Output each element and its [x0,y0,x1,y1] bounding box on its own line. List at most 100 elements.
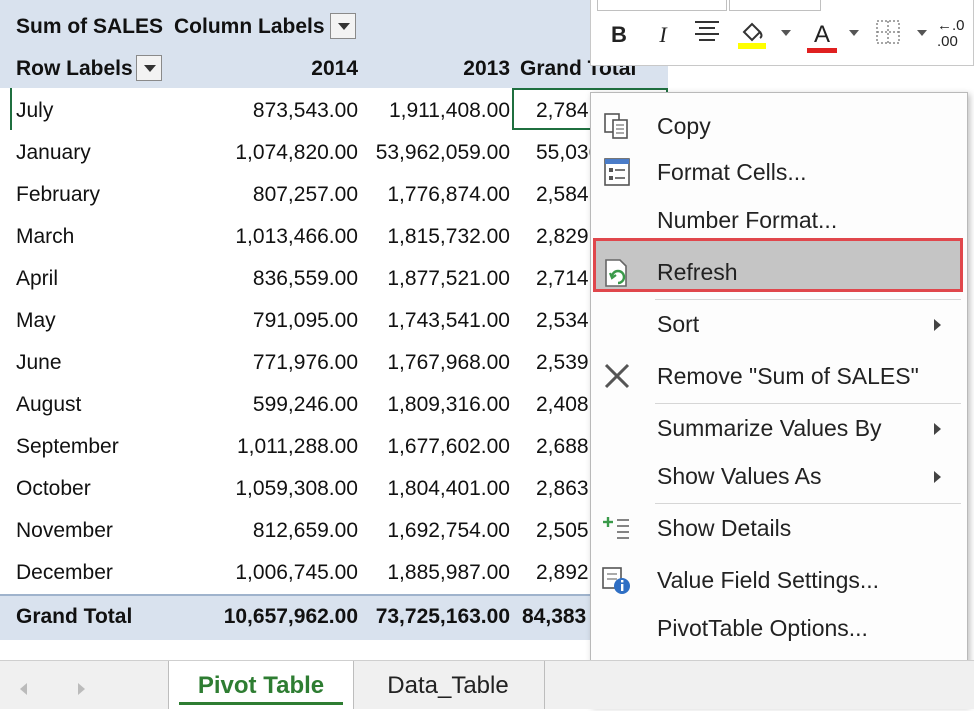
copy-icon [601,112,633,140]
menu-item-show-details[interactable]: Show Details [591,505,967,551]
menu-item-label: Show Values As [657,463,822,489]
menu-item-sort[interactable]: Sort [591,301,967,347]
grand-total-total[interactable]: 84,383 [522,596,586,638]
menu-item-number-format[interactable]: Number Format... [591,197,967,243]
cell-2013[interactable]: 1,776,874.00 [360,174,510,216]
menu-separator [655,299,961,300]
row-labels-filter-button[interactable] [136,55,162,81]
cell-grand-total[interactable]: 2,505 [536,510,589,552]
row-label[interactable]: August [16,384,81,426]
menu-item-label: Summarize Values By [657,415,882,441]
bold-button[interactable]: B [605,18,633,52]
cell-2014[interactable]: 1,059,308.00 [200,468,358,510]
row-label[interactable]: July [16,90,53,132]
row-label[interactable]: February [16,174,100,216]
italic-button[interactable]: I [649,18,677,52]
row-label[interactable]: November [16,510,113,552]
cell-2014[interactable]: 791,095.00 [200,300,358,342]
cell-grand-total[interactable]: 2,534 [536,300,589,342]
column-labels-header[interactable]: Column Labels [174,6,325,48]
fill-color-icon[interactable] [735,18,769,52]
cell-2013[interactable]: 1,885,987.00 [360,552,510,594]
cell-2014[interactable]: 812,659.00 [200,510,358,552]
tab-pivot-table[interactable]: Pivot Table [168,661,354,709]
row-select-edge [10,88,12,130]
scroll-tabs-left-icon[interactable] [20,683,27,695]
row-label[interactable]: October [16,468,91,510]
cell-2013[interactable]: 1,692,754.00 [360,510,510,552]
font-size-box[interactable] [729,0,821,11]
column-header-2014[interactable]: 2014 [220,48,358,90]
menu-item-label: Sort [657,311,700,337]
remove-x-icon [601,362,633,390]
cell-2014[interactable]: 1,013,466.00 [200,216,358,258]
tab-data-table[interactable]: Data_Table [352,661,545,709]
menu-item-label: Remove "Sum of SALES" [657,363,919,389]
menu-item-format-cells[interactable]: Format Cells... [591,149,967,195]
grand-total-2013[interactable]: 73,725,163.00 [360,596,510,638]
cell-2014[interactable]: 836,559.00 [200,258,358,300]
column-header-2013[interactable]: 2013 [370,48,510,90]
cell-2014[interactable]: 1,006,745.00 [200,552,358,594]
context-menu: Copy Format Cells... Number Format... Refre… [590,92,968,706]
font-color-dropdown-icon[interactable] [849,30,859,36]
row-label[interactable]: April [16,258,58,300]
row-label[interactable]: January [16,132,91,174]
cell-grand-total[interactable]: 2,863 [536,468,589,510]
cell-2014[interactable]: 873,543.00 [200,90,358,132]
row-labels-header[interactable]: Row Labels [16,48,133,90]
decrease-decimal-button[interactable]: ←.0 .00 [937,18,971,52]
cell-2014[interactable]: 1,074,820.00 [200,132,358,174]
active-tab-underline [179,702,343,705]
menu-item-copy[interactable]: Copy [591,103,967,149]
cell-2014[interactable]: 599,246.00 [200,384,358,426]
cell-2013[interactable]: 1,743,541.00 [360,300,510,342]
cell-grand-total[interactable]: 2,539 [536,342,589,384]
cell-grand-total[interactable]: 2,714 [536,258,589,300]
menu-item-summarize-values-by[interactable]: Summarize Values By [591,405,967,451]
row-label[interactable]: September [16,426,119,468]
fill-color-dropdown-icon[interactable] [781,30,791,36]
cell-2013[interactable]: 1,815,732.00 [360,216,510,258]
column-labels-filter-button[interactable] [330,13,356,39]
cell-2013[interactable]: 1,911,408.00 [360,90,510,132]
cell-2014[interactable]: 771,976.00 [200,342,358,384]
menu-separator [655,403,961,404]
cell-2013[interactable]: 1,877,521.00 [360,258,510,300]
cell-grand-total[interactable]: 2,892 [536,552,589,594]
row-label[interactable]: June [16,342,62,384]
submenu-arrow-icon [934,319,941,331]
cell-2013[interactable]: 1,767,968.00 [360,342,510,384]
cell-2013[interactable]: 1,809,316.00 [360,384,510,426]
font-color-button[interactable]: A [805,18,839,53]
row-label[interactable]: May [16,300,56,342]
font-name-box[interactable] [597,0,727,11]
cell-grand-total[interactable]: 2,584 [536,174,589,216]
cell-2014[interactable]: 807,257.00 [200,174,358,216]
cell-2014[interactable]: 1,011,288.00 [200,426,358,468]
menu-item-show-values-as[interactable]: Show Values As [591,453,967,499]
cell-grand-total[interactable]: 2,408 [536,384,589,426]
value-field-settings-icon [601,566,633,594]
cell-grand-total[interactable]: 2,688 [536,426,589,468]
values-header[interactable]: Sum of SALES [16,6,163,48]
row-label[interactable]: December [16,552,113,594]
cell-2013[interactable]: 53,962,059.00 [360,132,510,174]
align-center-icon[interactable] [691,18,723,52]
scroll-tabs-right-icon[interactable] [78,683,85,695]
borders-icon[interactable] [873,18,903,52]
row-label[interactable]: March [16,216,74,258]
menu-item-label: Copy [657,113,711,139]
menu-item-refresh[interactable]: Refresh [591,249,967,295]
submenu-arrow-icon [934,471,941,483]
cell-2013[interactable]: 1,804,401.00 [360,468,510,510]
menu-item-value-field-settings[interactable]: Value Field Settings... [591,557,967,603]
borders-dropdown-icon[interactable] [917,30,927,36]
menu-item-pivottable-options[interactable]: PivotTable Options... [591,605,967,651]
submenu-arrow-icon [934,423,941,435]
cell-grand-total[interactable]: 2,829 [536,216,589,258]
cell-2013[interactable]: 1,677,602.00 [360,426,510,468]
grand-total-label[interactable]: Grand Total [16,596,132,638]
grand-total-2014[interactable]: 10,657,962.00 [200,596,358,638]
menu-item-remove-sum-of-sales[interactable]: Remove "Sum of SALES" [591,353,967,399]
